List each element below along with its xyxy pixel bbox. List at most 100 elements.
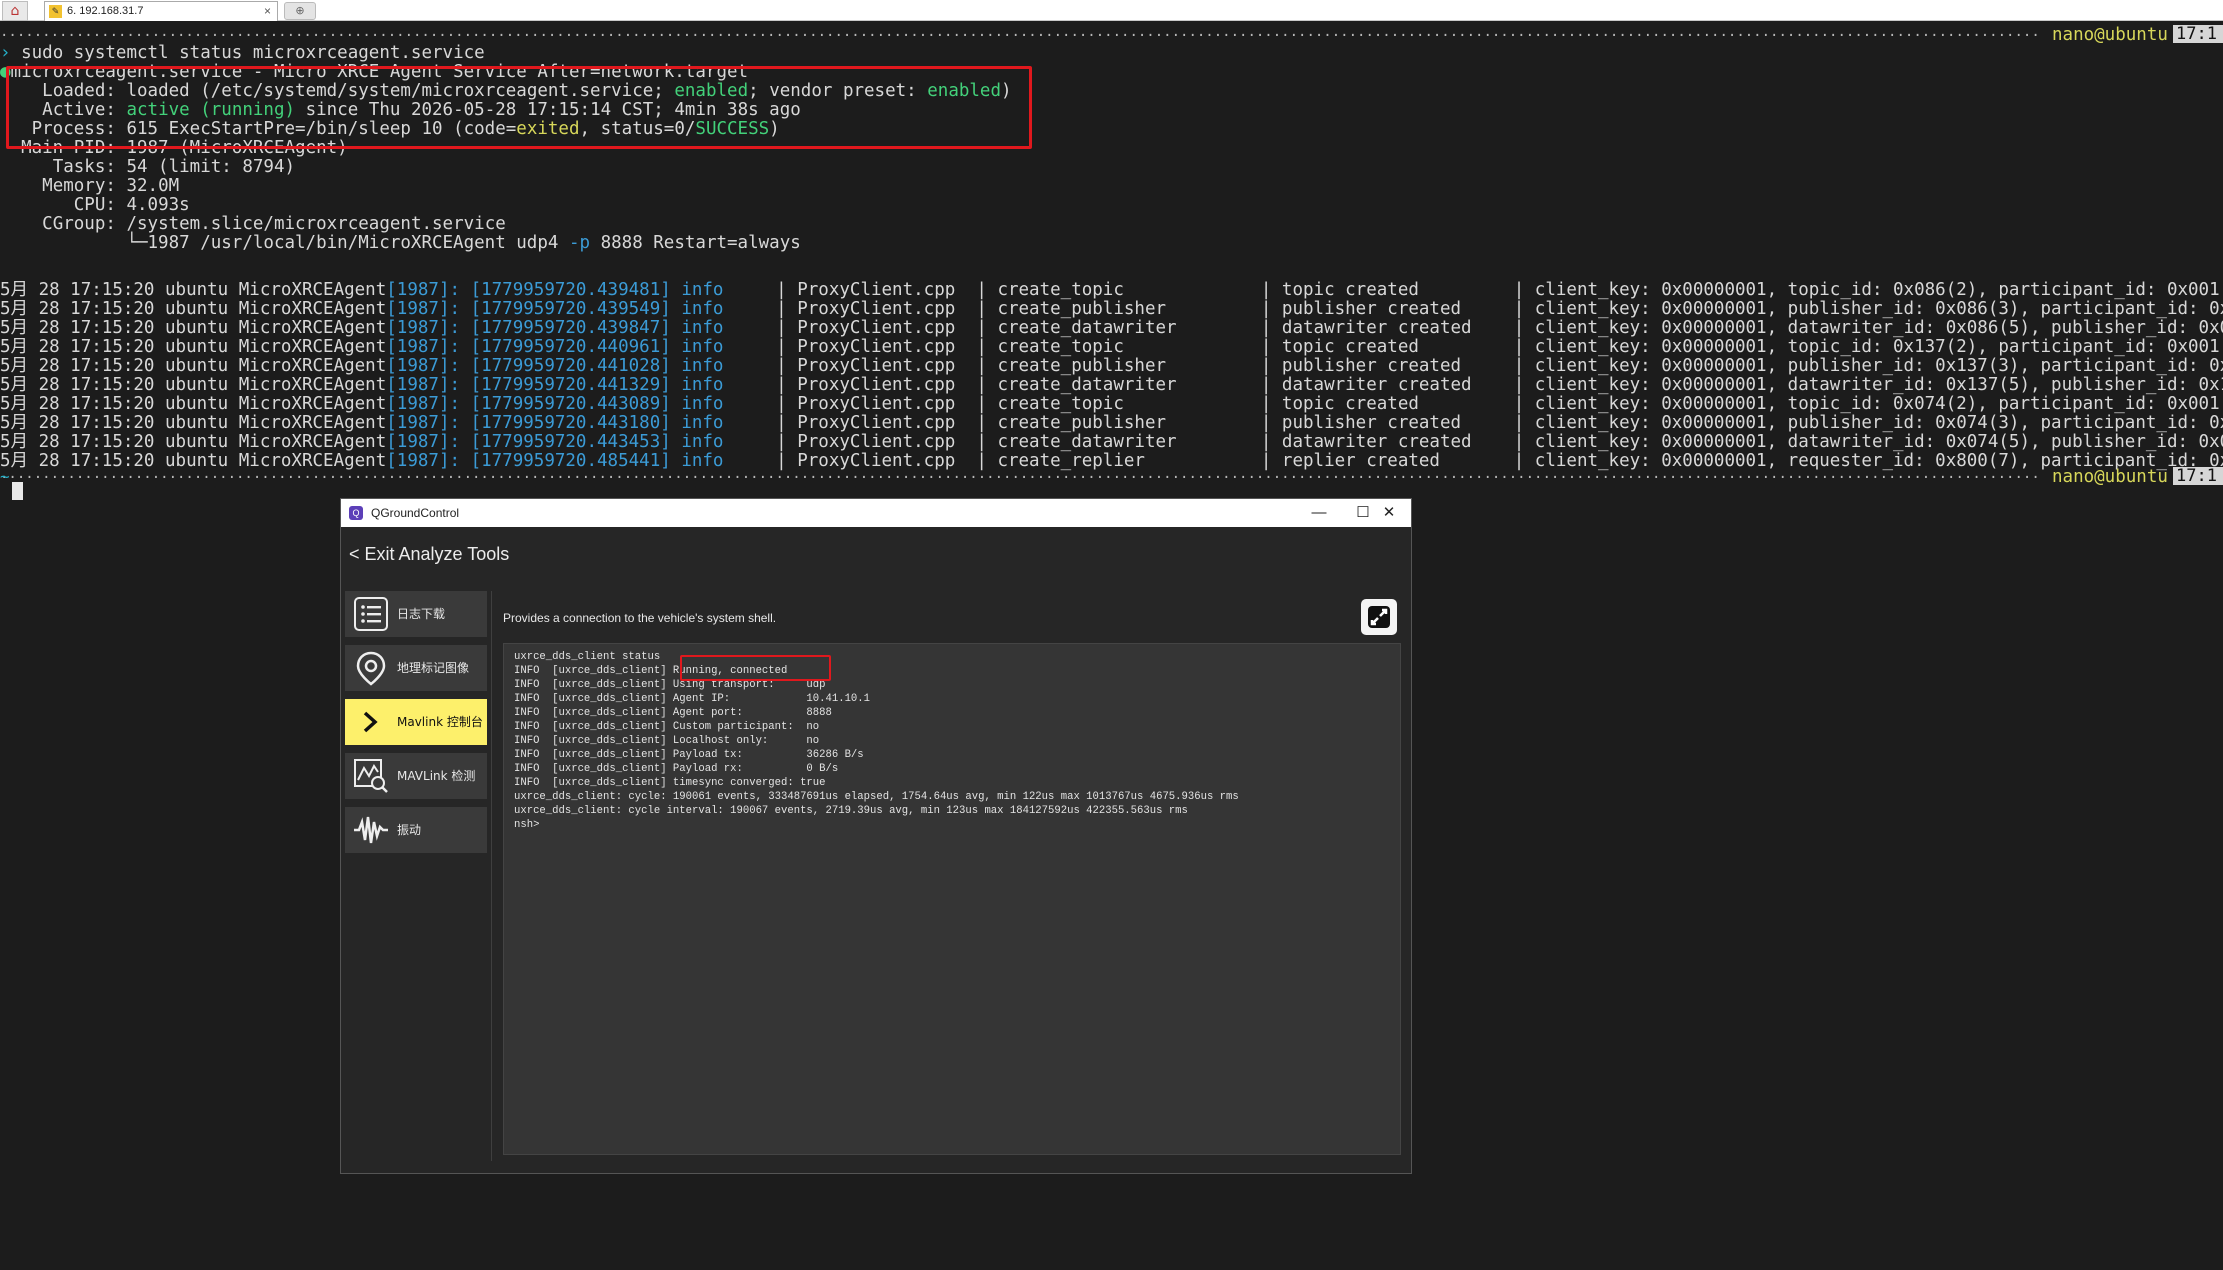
log-row: 5月 28 17:15:20 ubuntu MicroXRCEAgent[198… [0, 376, 2223, 395]
log-timestamp: [1779959720.440961] [470, 337, 671, 357]
log-file: ProxyClient.cpp [797, 337, 977, 357]
log-detail: client_key: 0x00000001, publisher_id: 0x… [1534, 356, 2223, 376]
memory-value: 32.0M [126, 176, 180, 196]
status-cpu-line: CPU: 4.093s [0, 196, 190, 215]
log-detail: client_key: 0x00000001, datawriter_id: 0… [1534, 375, 2223, 395]
console-line: uxrce_dds_client status [514, 651, 661, 663]
qgc-window-title: QGroundControl [371, 506, 460, 520]
close-tab-icon[interactable]: × [264, 2, 271, 21]
terminal-cursor[interactable] [12, 482, 23, 500]
log-prefix: 5月 28 17:15:20 ubuntu MicroXRCEAgent [0, 394, 387, 414]
sidebar-item-mavlink-console[interactable]: Mavlink 控制台 [345, 699, 487, 745]
log-detail: client_key: 0x00000001, publisher_id: 0x… [1534, 413, 2223, 433]
exit-analyze-tools-button[interactable]: < Exit Analyze Tools [349, 529, 509, 579]
log-file: ProxyClient.cpp [797, 280, 977, 300]
prompt-user: nano@ubuntu [2052, 25, 2168, 45]
location-pin-icon [356, 651, 386, 686]
sidebar-divider [491, 591, 492, 1161]
log-message: publisher created [1281, 413, 1514, 433]
log-prefix: 5月 28 17:15:20 ubuntu MicroXRCEAgent [0, 356, 387, 376]
log-pid: [1987]: [386, 413, 461, 433]
home-icon[interactable]: ⌂ [2, 1, 28, 21]
qgc-titlebar[interactable]: Q QGroundControl — ☐ ✕ [341, 499, 1411, 527]
log-timestamp: [1779959720.443453] [470, 432, 671, 452]
prompt-marker-bottom: ~ [0, 467, 10, 486]
log-level: info [681, 280, 724, 300]
log-prefix: 5月 28 17:15:20 ubuntu MicroXRCEAgent [0, 280, 387, 300]
sidebar-item-label: MAVLink 检测 [397, 769, 476, 783]
console-line: INFO [uxrce_dds_client] Agent IP: 10.41.… [514, 693, 871, 705]
console-line: INFO [uxrce_dds_client] Custom participa… [514, 721, 820, 733]
log-pid: [1987]: [386, 280, 461, 300]
log-function: create_publisher [997, 356, 1261, 376]
new-tab-icon[interactable]: ⊕ [284, 2, 316, 20]
session-tab[interactable]: ✎ 6. 192.168.31.7 × [44, 1, 278, 21]
log-row: 5月 28 17:15:20 ubuntu MicroXRCEAgent[198… [0, 300, 2223, 319]
console-line: INFO [uxrce_dds_client] Localhost only: … [514, 735, 820, 747]
log-pid: [1987]: [386, 375, 461, 395]
cgroup-value: /system.slice/microxrceagent.service [126, 214, 506, 234]
status-tasks-line: Tasks: 54 (limit: 8794) [0, 158, 295, 177]
log-file: ProxyClient.cpp [797, 375, 977, 395]
log-row: 5月 28 17:15:20 ubuntu MicroXRCEAgent[198… [0, 281, 2223, 300]
log-level: info [681, 356, 724, 376]
prompt-separator-bottom: ········································… [0, 470, 2040, 486]
prompt-time: 17:1 [2173, 25, 2223, 43]
log-pid: [1987]: [386, 394, 461, 414]
log-row: 5月 28 17:15:20 ubuntu MicroXRCEAgent[198… [0, 452, 2223, 471]
expand-arrows-icon [1368, 606, 1390, 628]
log-function: create_datawriter [997, 375, 1261, 395]
prompt-separator: ········································… [0, 28, 2040, 44]
log-row: 5月 28 17:15:20 ubuntu MicroXRCEAgent[198… [0, 414, 2223, 433]
log-prefix: 5月 28 17:15:20 ubuntu MicroXRCEAgent [0, 375, 387, 395]
log-prefix: 5月 28 17:15:20 ubuntu MicroXRCEAgent [0, 337, 387, 357]
log-prefix: 5月 28 17:15:20 ubuntu MicroXRCEAgent [0, 413, 387, 433]
log-message: datawriter created [1281, 432, 1514, 452]
command-line: › sudo systemctl status microxrceagent.s… [0, 44, 485, 63]
log-timestamp: [1779959720.439847] [470, 318, 671, 338]
sidebar-item-mavlink-inspector[interactable]: MAVLink 检测 [345, 753, 487, 799]
cpu-label: CPU: [73, 195, 116, 215]
log-level: info [681, 337, 724, 357]
chevron-right-icon [363, 711, 378, 733]
prompt-time-bottom: 17:1 [2173, 467, 2223, 485]
log-message: replier created [1281, 451, 1514, 471]
log-timestamp: [1779959720.439481] [470, 280, 671, 300]
connected-highlight-box [680, 655, 831, 681]
log-timestamp: [1779959720.443089] [470, 394, 671, 414]
sidebar-item-log-download[interactable]: 日志下载 [345, 591, 487, 637]
sidebar-item-label: 日志下载 [397, 607, 446, 621]
minimize-button[interactable]: — [1297, 499, 1341, 527]
log-pid: [1987]: [386, 432, 461, 452]
expand-window-icon[interactable] [1361, 599, 1397, 635]
terminal-tab-bar: ⌂ ✎ 6. 192.168.31.7 × ⊕ [0, 0, 2223, 21]
log-detail: client_key: 0x00000001, topic_id: 0x086(… [1534, 280, 2223, 300]
memory-label: Memory: [42, 176, 116, 196]
log-row: 5月 28 17:15:20 ubuntu MicroXRCEAgent[198… [0, 433, 2223, 452]
console-line: uxrce_dds_client: cycle interval: 190067… [514, 805, 1188, 817]
analyze-sidebar: 日志下载 地理标记图像 Mavlink 控制台 MAVLink 检测 振动 [345, 591, 487, 861]
console-line: INFO [uxrce_dds_client] timesync converg… [514, 777, 826, 789]
sidebar-item-vibration[interactable]: 振动 [345, 807, 487, 853]
waveform-icon [354, 816, 388, 844]
log-file: ProxyClient.cpp [797, 318, 977, 338]
log-timestamp: [1779959720.485441] [470, 451, 671, 471]
log-message: publisher created [1281, 356, 1514, 376]
log-message: topic created [1281, 280, 1514, 300]
log-pid: [1987]: [386, 451, 461, 471]
log-prefix: 5月 28 17:15:20 ubuntu MicroXRCEAgent [0, 451, 387, 471]
log-level: info [681, 394, 724, 414]
sidebar-item-geotag-images[interactable]: 地理标记图像 [345, 645, 487, 691]
cgroup-flag: -p [568, 233, 591, 253]
log-file: ProxyClient.cpp [797, 432, 977, 452]
ssh-session-icon: ✎ [49, 5, 62, 18]
log-file: ProxyClient.cpp [797, 299, 977, 319]
mavlink-console-output[interactable]: uxrce_dds_client status INFO [uxrce_dds_c… [503, 643, 1401, 1155]
log-detail: client_key: 0x00000001, datawriter_id: 0… [1534, 432, 2223, 452]
log-message: topic created [1281, 394, 1514, 414]
log-prefix: 5月 28 17:15:20 ubuntu MicroXRCEAgent [0, 432, 387, 452]
log-function: create_replier [997, 451, 1261, 471]
close-button[interactable]: ✕ [1367, 499, 1411, 527]
log-message: datawriter created [1281, 318, 1514, 338]
log-function: create_datawriter [997, 318, 1261, 338]
